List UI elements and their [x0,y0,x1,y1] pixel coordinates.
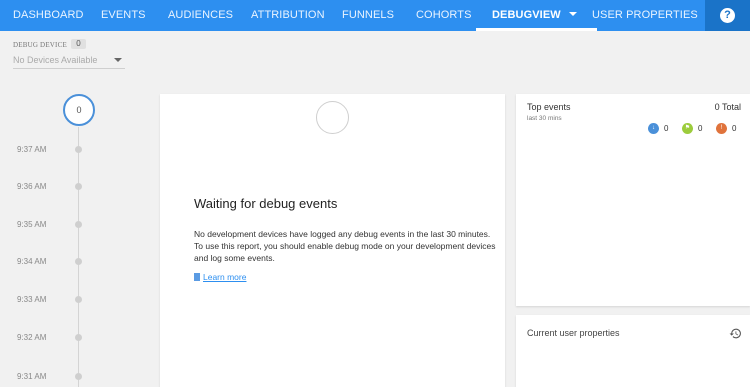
timeline-time-label: 9:33 AM [17,295,47,304]
info-icon: ↓ [648,123,659,135]
waiting-title: Waiting for debug events [194,196,338,211]
dropdown-arrow-icon [114,58,122,62]
debug-events-panel: Waiting for debug events No development … [160,94,505,387]
timeline-dot[interactable] [75,183,82,190]
waiting-description: No development devices have logged any d… [194,229,496,263]
chevron-down-icon [568,12,577,16]
stat-info-value: 0 [664,124,669,134]
stat-flag: ⚑ 0 [682,120,703,135]
timeline-dot[interactable] [75,373,82,380]
stat-error: ! 0 [716,120,737,135]
top-events-title: Top events [527,102,571,112]
nav-tab-events[interactable]: EVENTS [101,0,146,31]
user-properties-panel: Current user properties [516,315,750,387]
error-icon: ! [716,123,727,135]
nav-tab-dashboard[interactable]: DASHBOARD [13,0,84,31]
nav-tab-attribution[interactable]: ATTRIBUTION [251,0,325,31]
nav-tab-debugview-label: DEBUGVIEW [492,9,561,21]
user-properties-title: Current user properties [527,328,620,338]
stat-flag-value: 0 [698,124,703,134]
learn-more-label: Learn more [203,272,247,282]
timeline-time-label: 9:37 AM [17,145,47,154]
timeline-time-label: 9:32 AM [17,333,47,342]
nav-tab-funnels[interactable]: FUNNELS [342,0,394,31]
learn-more-link[interactable]: Learn more [194,272,246,282]
nav-tab-user-properties[interactable]: USER PROPERTIES [592,0,698,31]
top-events-panel: Top events last 30 mins 0 Total ↓ 0 ⚑ 0 ! 0 [516,94,750,306]
timeline-line [78,127,79,387]
debug-device-selected-value: No Devices Available [13,55,98,65]
stat-info: ↓ 0 [648,120,669,135]
timeline-dot[interactable] [75,221,82,228]
debug-device-select[interactable]: No Devices Available [13,52,125,69]
history-icon[interactable] [729,327,742,340]
nav-tab-debugview[interactable]: DEBUGVIEW [476,0,597,31]
flag-icon: ⚑ [682,123,693,135]
debug-device-count-badge: 0 [71,39,86,49]
top-nav: DASHBOARD EVENTS AUDIENCES ATTRIBUTION F… [0,0,750,31]
timeline-time-label: 9:36 AM [17,182,47,191]
timeline-dot[interactable] [75,296,82,303]
timeline-dot[interactable] [75,334,82,341]
document-icon [194,273,200,281]
debug-device-label: DEBUG DEVICE [13,41,67,49]
stat-error-value: 0 [732,124,737,134]
help-button[interactable]: ? [705,0,750,31]
nav-tab-audiences[interactable]: AUDIENCES [168,0,233,31]
help-icon: ? [720,8,735,23]
top-events-total: 0 Total [714,102,741,112]
loading-circle-icon [316,101,349,134]
timeline-time-label: 9:31 AM [17,372,47,381]
top-events-subtitle: last 30 mins [527,115,562,122]
timeline-time-label: 9:34 AM [17,257,47,266]
nav-tab-cohorts[interactable]: COHORTS [416,0,472,31]
timeline-time-label: 9:35 AM [17,220,47,229]
timeline-dot[interactable] [75,146,82,153]
timeline-event-count[interactable]: 0 [63,94,95,126]
timeline-dot[interactable] [75,258,82,265]
